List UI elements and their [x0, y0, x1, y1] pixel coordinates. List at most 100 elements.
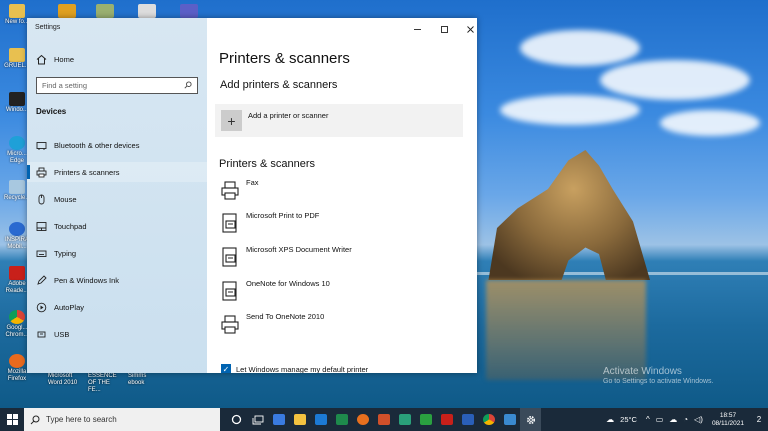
sidebar-item-pen[interactable]: Pen & Windows Ink	[27, 270, 207, 290]
publisher-icon	[398, 414, 411, 425]
file-explorer-icon	[293, 414, 306, 425]
taskbar-app-firefox[interactable]	[352, 408, 373, 431]
search-icon	[30, 415, 40, 424]
battery-icon[interactable]: ▭	[656, 415, 664, 424]
start-button[interactable]	[0, 408, 24, 431]
checkmark-icon: ✓	[221, 364, 231, 373]
section-heading-devices: Devices	[36, 107, 67, 116]
gear-icon	[526, 415, 535, 424]
sidebar-item-bluetooth[interactable]: Bluetooth & other devices	[27, 135, 207, 155]
desktop-icon-word[interactable]: Microsoft Word 2010	[48, 373, 84, 387]
store-icon	[272, 414, 285, 425]
page-title: Printers & scanners	[219, 50, 350, 67]
sidebar-item-touchpad[interactable]: Touchpad	[27, 216, 207, 236]
chevron-up-icon[interactable]: ^	[646, 415, 650, 424]
search-icon	[184, 80, 192, 91]
sidebar-item-usb[interactable]: USB	[27, 324, 207, 344]
cloud	[660, 110, 760, 136]
sidebar-item-label: Touchpad	[54, 221, 87, 231]
checkbox-label: Let Windows manage my default printer	[236, 364, 369, 374]
cloud	[600, 60, 750, 100]
taskbar-app-word[interactable]	[457, 408, 478, 431]
recycle-bin-icon	[9, 180, 25, 194]
desktop-icon-simms[interactable]: Simms ebook	[128, 373, 164, 387]
nav-home-label: Home	[54, 54, 75, 64]
weather-temperature[interactable]: 25°C	[620, 415, 637, 424]
onedrive-icon[interactable]: ☁	[669, 415, 677, 424]
nav-home[interactable]: Home	[27, 49, 207, 69]
sidebar-item-printers[interactable]: Printers & scanners	[27, 162, 207, 182]
taskbar-app-chrome[interactable]	[478, 408, 499, 431]
taskbar-app-powerpoint[interactable]	[373, 408, 394, 431]
printer-name: Microsoft XPS Document Writer	[246, 245, 352, 254]
add-printers-heading: Add printers & scanners	[220, 79, 338, 91]
taskbar-app-store[interactable]	[268, 408, 289, 431]
powerpoint-icon	[377, 414, 390, 425]
printer-item-fax[interactable]: Fax	[221, 178, 461, 202]
weather-icon[interactable]: ☁	[606, 415, 614, 424]
autoplay-icon	[35, 301, 47, 313]
folder-icon	[9, 48, 25, 62]
taskbar-app-settings[interactable]	[520, 408, 541, 431]
network-icon[interactable]: ◔	[683, 415, 688, 424]
taskbar-search-input[interactable]: Type here to search	[24, 408, 220, 431]
rock-reflection	[486, 280, 646, 380]
adobe-icon	[9, 266, 25, 280]
printer-icon	[221, 315, 239, 334]
taskbar-app-acrobat[interactable]	[436, 408, 457, 431]
minimize-button[interactable]	[408, 22, 426, 36]
sidebar-item-label: Mouse	[54, 194, 77, 204]
clock-date: 08/11/2021	[711, 419, 744, 427]
taskbar-app-publisher[interactable]	[394, 408, 415, 431]
watermark-subtitle: Go to Settings to activate Windows.	[603, 378, 714, 385]
pdf-printer-icon	[222, 213, 237, 233]
desktop-app-icon[interactable]	[96, 4, 114, 18]
taskbar-app-mail[interactable]	[310, 408, 331, 431]
volume-icon[interactable]: ◁)	[694, 415, 703, 424]
firefox-icon	[356, 414, 369, 425]
onenote-printer-icon	[222, 281, 237, 301]
sidebar-item-mouse[interactable]: Mouse	[27, 189, 207, 209]
cloud	[500, 95, 640, 125]
taskbar-app-excel[interactable]	[331, 408, 352, 431]
desktop-file-icon[interactable]	[138, 4, 156, 18]
cortana-button[interactable]	[226, 408, 247, 431]
desktop-icon-essence[interactable]: ESSENCE OF THE FE...	[88, 373, 124, 394]
taskbar-app-photos[interactable]	[499, 408, 520, 431]
printer-icon	[35, 166, 47, 178]
taskbar-app-explorer[interactable]	[289, 408, 310, 431]
maximize-button[interactable]	[435, 22, 453, 36]
add-printer-button[interactable]: + Add a printer or scanner	[215, 104, 463, 137]
windows-logo-icon	[6, 414, 18, 425]
system-clock[interactable]: 18:57 08/11/2021	[712, 412, 744, 428]
excel-icon	[335, 414, 348, 425]
app-icon	[9, 222, 25, 236]
default-printer-checkbox[interactable]: ✓ Let Windows manage my default printer	[221, 364, 368, 373]
vlc-icon[interactable]	[58, 4, 76, 18]
chrome-icon	[482, 414, 495, 425]
app-icon	[9, 92, 25, 106]
taskbar-search-placeholder: Type here to search	[46, 415, 117, 424]
word-icon	[461, 414, 474, 425]
firefox-icon	[9, 354, 25, 368]
printer-item-pdf[interactable]: Microsoft Print to PDF	[221, 211, 461, 235]
settings-search-input[interactable]: Find a setting	[36, 77, 198, 94]
teams-icon[interactable]	[180, 4, 198, 18]
search-placeholder: Find a setting	[42, 81, 88, 90]
close-button[interactable]	[461, 22, 477, 36]
xps-printer-icon	[222, 247, 237, 267]
sidebar-item-typing[interactable]: Typing	[27, 243, 207, 263]
printer-item-onenote-2010[interactable]: Send To OneNote 2010	[221, 312, 461, 336]
taskbar-app-triangle[interactable]	[415, 408, 436, 431]
keyboard-icon	[35, 247, 47, 259]
printer-item-xps[interactable]: Microsoft XPS Document Writer	[221, 245, 461, 269]
sidebar-item-label: AutoPlay	[54, 302, 85, 312]
edge-icon	[9, 136, 25, 150]
settings-content: Printers & scanners Add printers & scann…	[207, 18, 477, 373]
sidebar-item-autoplay[interactable]: AutoPlay	[27, 297, 207, 317]
task-view-button[interactable]	[247, 408, 268, 431]
printer-name: Microsoft Print to PDF	[246, 211, 320, 220]
clock-time: 18:57	[719, 411, 737, 419]
printer-item-onenote-10[interactable]: OneNote for Windows 10	[221, 279, 461, 303]
notification-center-button[interactable]: 2	[750, 408, 768, 431]
